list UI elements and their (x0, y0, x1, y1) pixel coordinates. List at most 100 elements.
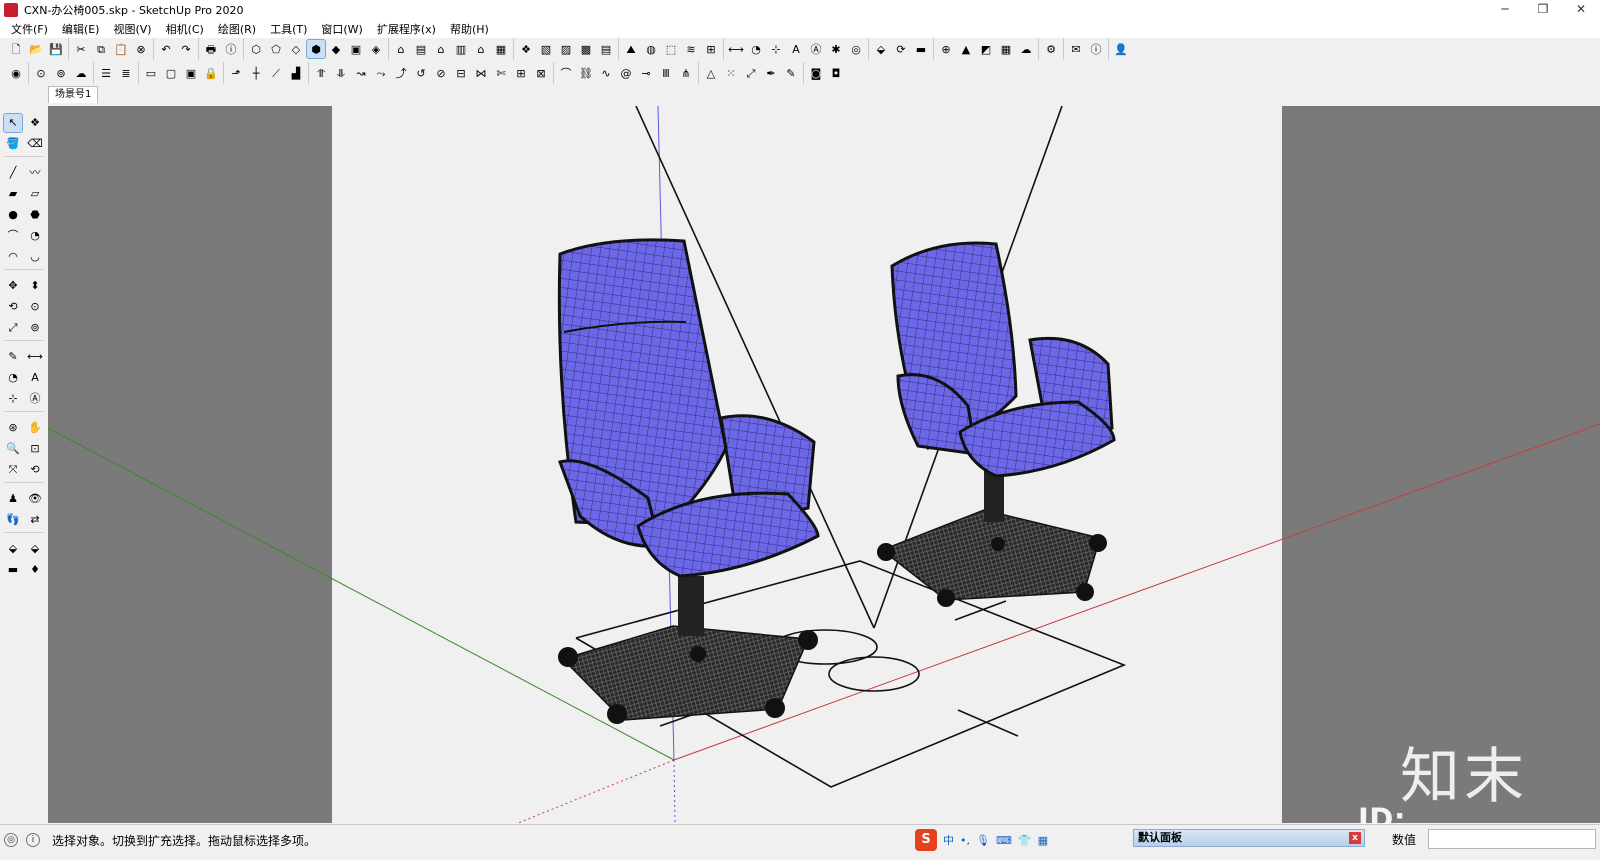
menu-item-1[interactable]: 编辑(E) (55, 21, 107, 37)
scale-icon[interactable]: ⤢ (4, 319, 22, 337)
arc3-icon[interactable]: ◠ (4, 248, 22, 266)
follow-me-icon[interactable]: ⊙ (32, 64, 50, 82)
undo-icon[interactable]: ↶ (157, 40, 175, 58)
ime-logo-icon[interactable]: S (915, 829, 937, 851)
offset-icon[interactable]: ⊚ (26, 319, 44, 337)
arc-2pt-icon[interactable]: ◡ (26, 248, 44, 266)
protractor-icon[interactable]: ◔ (4, 369, 22, 387)
monochrome-icon[interactable]: ◈ (367, 40, 385, 58)
new-icon[interactable]: 🗋 (7, 40, 25, 58)
rotated-rect-icon[interactable]: ▱ (26, 185, 44, 203)
look-around-icon[interactable]: 👁 (26, 490, 44, 508)
redo-icon[interactable]: ↷ (177, 40, 195, 58)
bars-icon[interactable]: ▟ (287, 64, 305, 82)
freehand-icon[interactable]: 〰 (26, 164, 44, 182)
rotate-icon[interactable]: ⟲ (4, 298, 22, 316)
flatten-icon[interactable]: ⊟ (452, 64, 470, 82)
scale-icon[interactable]: ⤢ (742, 64, 760, 82)
ruby-icon[interactable]: ♦ (26, 561, 44, 579)
distribute-icon[interactable]: ≣ (117, 64, 135, 82)
rectangle-icon[interactable]: ▰ (4, 185, 22, 203)
select-icon[interactable]: ↖ (3, 112, 23, 133)
info-icon[interactable]: ⓘ (1087, 40, 1105, 58)
menu-item-8[interactable]: 帮助(H) (443, 21, 496, 37)
tape-icon[interactable]: ◎ (847, 40, 865, 58)
group-icon[interactable]: ▧ (537, 40, 555, 58)
3d-text-icon[interactable]: Ⓐ (26, 390, 44, 408)
keyboard-icon[interactable]: ⌨ (996, 834, 1012, 847)
previous-icon[interactable]: ⟲ (26, 461, 44, 479)
twist-icon[interactable]: ↺ (412, 64, 430, 82)
walk-icon[interactable]: 👣 (4, 511, 22, 529)
tray-close-icon[interactable]: x (1349, 832, 1361, 844)
slope-icon[interactable]: ⟋ (267, 64, 285, 82)
copy-icon[interactable]: ⧉ (92, 40, 110, 58)
warehouse-icon[interactable]: ⬙ (4, 540, 22, 558)
extension-warehouse-icon[interactable]: ⬙ (26, 540, 44, 558)
extrude2-icon[interactable]: ⥥ (332, 64, 350, 82)
style-icon[interactable]: ◉ (7, 64, 25, 82)
warehouse-icon[interactable]: ⬙ (872, 40, 890, 58)
axes-icon[interactable]: ⊹ (767, 40, 785, 58)
eraser-icon[interactable]: ⌫ (26, 135, 44, 153)
hidden-line-icon[interactable]: ⬢ (306, 39, 326, 59)
print-icon[interactable]: 🖶 (202, 40, 220, 58)
model-info-icon[interactable]: ⓘ (222, 40, 240, 58)
pen-icon[interactable]: ✒ (762, 64, 780, 82)
arc-icon[interactable]: ⌒ (4, 227, 22, 245)
split-icon[interactable]: ⋈ (472, 64, 490, 82)
mail-icon[interactable]: ✉ (1067, 40, 1085, 58)
sandbox-icon[interactable]: ⛰ (622, 40, 640, 58)
back-view-icon[interactable]: ⌂ (472, 40, 490, 58)
settings-icon[interactable]: ⚙ (1042, 40, 1060, 58)
geo-location-icon[interactable]: ◎ (4, 833, 18, 847)
scene-tab[interactable]: 场景号1 (48, 86, 99, 103)
line-icon[interactable]: ╱ (4, 164, 22, 182)
orbit-icon[interactable]: ⊛ (4, 419, 22, 437)
menu-item-6[interactable]: 窗口(W) (314, 21, 369, 37)
default-tray-panel[interactable]: 默认面板 x (1133, 829, 1365, 847)
iso-view-icon[interactable]: ⌂ (392, 40, 410, 58)
spiral-icon[interactable]: @ (617, 64, 635, 82)
close-icon[interactable]: ✕ (1562, 0, 1600, 20)
info-icon[interactable]: i (26, 833, 40, 847)
railing-icon[interactable]: ┼ (247, 64, 265, 82)
bend-icon[interactable]: ⤴ (392, 64, 410, 82)
skin-icon[interactable]: 👕 (1018, 834, 1032, 847)
chain-icon[interactable]: ⛓ (577, 64, 595, 82)
paste-icon[interactable]: 📋 (112, 40, 130, 58)
brush-icon[interactable]: ✎ (782, 64, 800, 82)
offset-icon[interactable]: ⊚ (52, 64, 70, 82)
stairs-icon[interactable]: ⬏ (227, 64, 245, 82)
polygon-icon[interactable]: ⬣ (26, 206, 44, 224)
wireframe-icon[interactable]: ◇ (287, 40, 305, 58)
menu-item-3[interactable]: 相机(C) (159, 21, 211, 37)
shaded-textures-icon[interactable]: ▣ (347, 40, 365, 58)
front-view-icon[interactable]: ⌂ (432, 40, 450, 58)
zoom-extents-icon[interactable]: ⤧ (4, 461, 22, 479)
layer-icon[interactable]: ▩ (577, 40, 595, 58)
position-camera-icon[interactable]: ♟ (4, 490, 22, 508)
dimension-icon[interactable]: ⟷ (26, 348, 44, 366)
stamp-icon[interactable]: ⬚ (662, 40, 680, 58)
align-icon[interactable]: ☰ (97, 64, 115, 82)
sweep-icon[interactable]: ↝ (352, 64, 370, 82)
menu-item-5[interactable]: 工具(T) (263, 21, 314, 37)
render2-icon[interactable]: ◘ (827, 64, 845, 82)
measurements-input[interactable] (1428, 829, 1596, 849)
cut-icon[interactable]: ✂ (72, 40, 90, 58)
pyramid-icon[interactable]: △ (702, 64, 720, 82)
text-icon[interactable]: A (787, 40, 805, 58)
label-icon[interactable]: ✱ (827, 40, 845, 58)
cloud-icon[interactable]: ☁ (1017, 40, 1035, 58)
open-icon[interactable]: 📂 (27, 40, 45, 58)
dimension-icon[interactable]: ⟷ (727, 40, 745, 58)
erase-icon[interactable]: ⊗ (132, 40, 150, 58)
shaded-icon[interactable]: ◆ (327, 40, 345, 58)
move-icon[interactable]: ✥ (4, 277, 22, 295)
loft-icon[interactable]: ⤳ (372, 64, 390, 82)
outliner-icon[interactable]: ▤ (597, 40, 615, 58)
menu-item-2[interactable]: 视图(V) (106, 21, 158, 37)
render-icon[interactable]: ◙ (807, 64, 825, 82)
grid-icon[interactable]: ⊞ (702, 40, 720, 58)
